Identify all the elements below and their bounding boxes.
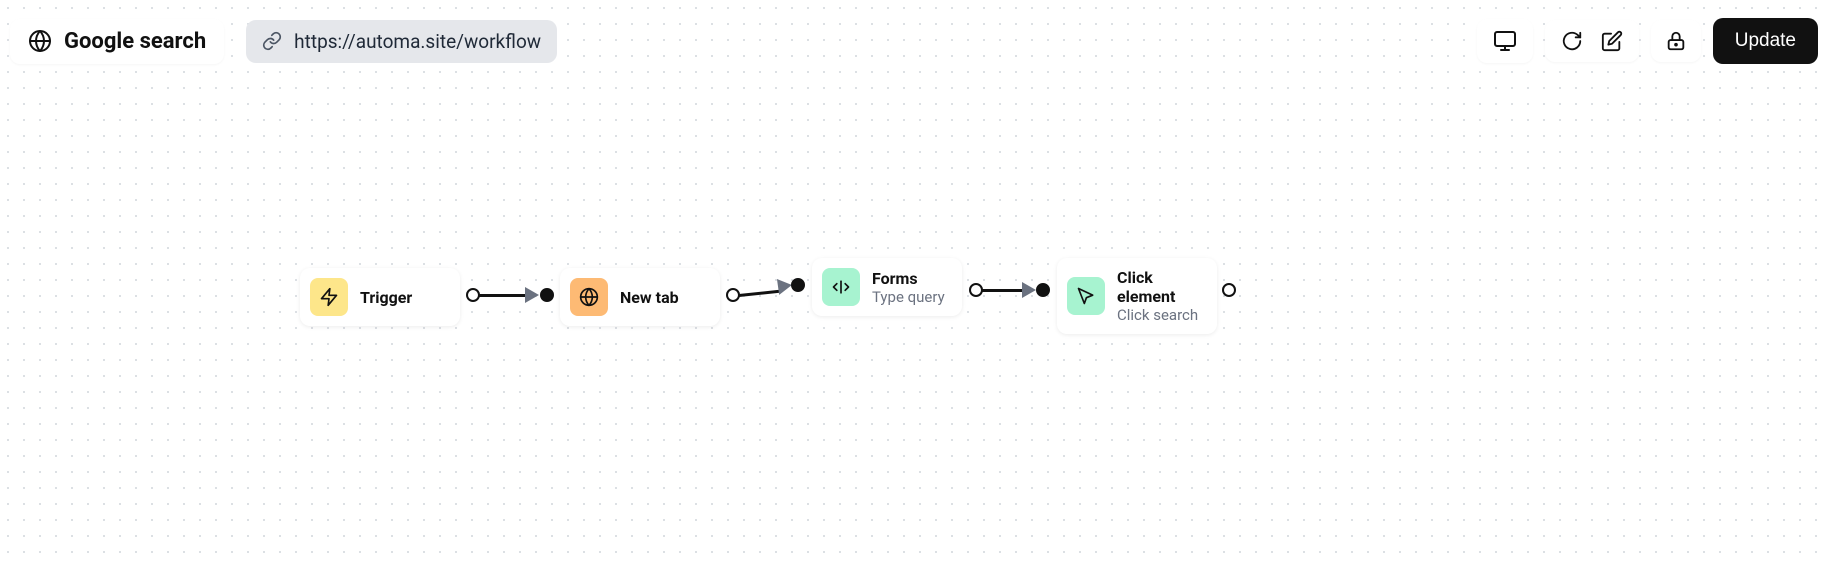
- device-preview-group: [1477, 19, 1533, 63]
- port-out[interactable]: [726, 288, 740, 302]
- arrowhead-icon: [1022, 282, 1036, 298]
- forms-icon: [822, 268, 860, 306]
- arrowhead-icon: [525, 287, 539, 303]
- globe-icon: [570, 278, 608, 316]
- node-title: Click element: [1117, 268, 1203, 306]
- port-in[interactable]: [1036, 283, 1050, 297]
- topbar-right: Update: [1477, 18, 1818, 64]
- topbar: Google search https://automa.site/workfl…: [10, 18, 1818, 64]
- update-button[interactable]: Update: [1713, 18, 1818, 64]
- port-out[interactable]: [466, 288, 480, 302]
- node-trigger[interactable]: Trigger: [300, 268, 460, 326]
- workflow-canvas[interactable]: Trigger New tab Forms Type query: [0, 0, 1828, 562]
- action-icons-group: [1545, 20, 1639, 62]
- edit-note-icon[interactable]: [1601, 30, 1623, 52]
- lock-group[interactable]: [1651, 20, 1701, 62]
- node-newtab[interactable]: New tab: [560, 268, 720, 326]
- port-in[interactable]: [791, 278, 805, 292]
- node-click[interactable]: Click element Click search: [1057, 258, 1217, 334]
- desktop-icon[interactable]: [1493, 29, 1517, 53]
- node-title: New tab: [620, 288, 679, 307]
- node-subtitle: Click search: [1117, 306, 1203, 324]
- lock-icon: [1665, 30, 1687, 52]
- edge: [739, 290, 781, 297]
- edge: [982, 289, 1024, 292]
- cursor-icon: [1067, 277, 1105, 315]
- port-in[interactable]: [540, 288, 554, 302]
- node-title: Forms: [872, 269, 945, 288]
- port-out[interactable]: [969, 283, 983, 297]
- edge: [478, 294, 526, 297]
- bolt-icon: [310, 278, 348, 316]
- link-icon: [262, 31, 282, 51]
- node-forms[interactable]: Forms Type query: [812, 258, 962, 316]
- url-text: https://automa.site/workflow: [294, 30, 541, 53]
- globe-icon: [28, 29, 52, 53]
- port-out[interactable]: [1222, 283, 1236, 297]
- refresh-icon[interactable]: [1561, 30, 1583, 52]
- node-title: Trigger: [360, 288, 412, 307]
- node-subtitle: Type query: [872, 288, 945, 306]
- workflow-title: Google search: [64, 29, 206, 54]
- url-chip[interactable]: https://automa.site/workflow: [246, 20, 557, 63]
- workflow-title-chip[interactable]: Google search: [10, 19, 224, 64]
